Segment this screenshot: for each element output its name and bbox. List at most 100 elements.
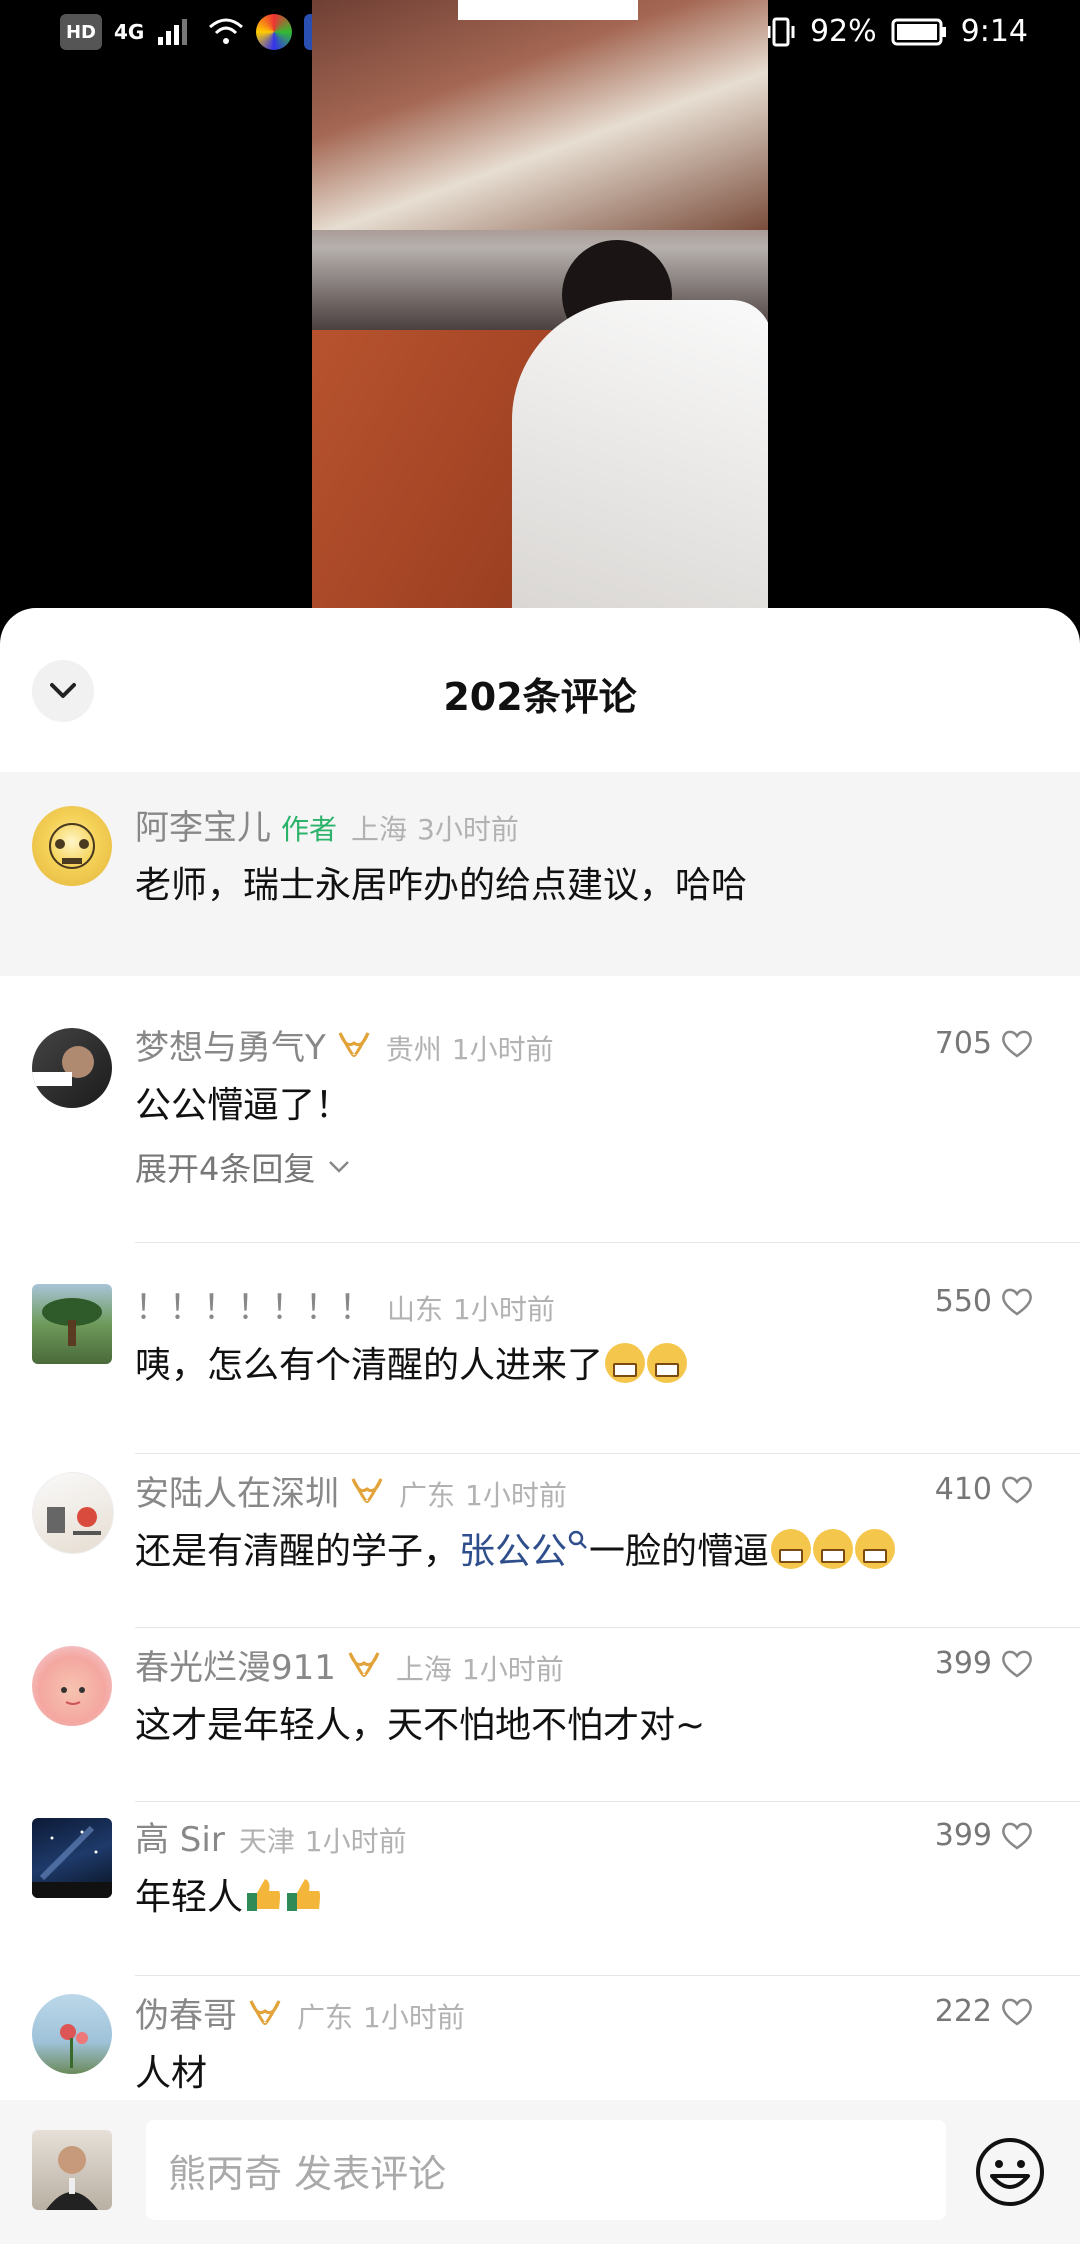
smiley-icon[interactable]	[974, 2136, 1046, 2208]
comment-item[interactable]: 高 Sir 天津 1小时前 399 年轻人	[0, 1802, 1080, 1976]
vip-badge-icon	[249, 2000, 281, 2026]
signal-icon	[158, 19, 188, 45]
comment-text-suffix: 一脸的懵逼	[589, 1531, 770, 1572]
vip-badge-icon	[348, 1652, 380, 1678]
avatar[interactable]	[32, 1028, 112, 1108]
comment-location: 广东	[297, 2001, 354, 2034]
heart-outline-icon	[1002, 1030, 1032, 1058]
like-count: 222	[934, 1994, 992, 2029]
comment-time: 1小时前	[461, 1653, 564, 1686]
heart-outline-icon	[1002, 1822, 1032, 1850]
comment-item[interactable]: 春光烂漫911 上海 1小时前 399 这才是年轻人，天不怕地不怕才对~	[0, 1628, 1080, 1802]
video-frame-person	[512, 300, 768, 620]
avatar-night-sky-icon	[32, 1825, 112, 1898]
like-button[interactable]: 399	[935, 1818, 1034, 1853]
comment-author-name[interactable]: 高 Sir	[135, 1812, 225, 1861]
comment-author-name[interactable]: 春光烂漫911	[135, 1640, 336, 1689]
avatar[interactable]	[32, 1818, 112, 1898]
heart-outline-icon	[1002, 1288, 1032, 1316]
like-button[interactable]: 550	[935, 1284, 1034, 1319]
grin-emoji-icon	[605, 1343, 646, 1383]
comment-item[interactable]: 安陆人在深圳 广东 1小时前 410 还是有清醒的学子，张公公 一脸的懵逼	[0, 1454, 1080, 1628]
comment-input-bar: 熊丙奇 发表评论	[0, 2100, 1080, 2244]
heart-outline-icon	[1002, 1650, 1032, 1678]
avatar[interactable]	[32, 1646, 112, 1726]
comment-time: 1小时前	[465, 1479, 567, 1512]
comment-author-name[interactable]: 安陆人在深圳	[135, 1466, 339, 1515]
grin-emoji-icon	[771, 1529, 812, 1569]
comment-text: 年轻人	[135, 1877, 244, 1918]
expand-replies-label: 展开4条回复	[135, 1150, 316, 1188]
divider	[135, 1242, 1080, 1243]
like-button[interactable]: 222	[935, 1994, 1034, 2029]
vibrate-icon	[767, 17, 795, 46]
comment-time: 1小时前	[363, 2001, 465, 2034]
thumbs-up-icon	[247, 1879, 281, 1911]
comment-author-name[interactable]: 梦想与勇气Y	[135, 1020, 326, 1069]
hd-indicator: HD	[60, 14, 102, 50]
comment-text-row[interactable]: 还是有清醒的学子，张公公 一脸的懵逼	[135, 1522, 896, 1574]
like-count: 410	[934, 1472, 992, 1507]
comment-location: 广东	[399, 1479, 456, 1512]
avatar-tree-icon	[42, 1298, 102, 1346]
comment-location: 贵州	[385, 1033, 442, 1066]
like-count: 550	[934, 1284, 992, 1319]
heart-outline-icon	[1002, 1998, 1032, 2026]
avatar[interactable]	[32, 806, 112, 886]
comment-text[interactable]: 老师，瑞士永居咋办的给点建议，哈哈	[135, 856, 747, 908]
comment-location: 上海	[395, 1653, 452, 1686]
video-caption-strip	[458, 0, 638, 20]
pinned-comment[interactable]: 阿李宝儿 作者 上海 3小时前 老师，瑞士永居咋办的给点建议，哈哈	[0, 772, 1080, 976]
comment-input-placeholder: 熊丙奇 发表评论	[168, 2151, 447, 2196]
comment-author-name[interactable]: 伪春哥	[135, 1988, 237, 2037]
like-count: 705	[934, 1026, 992, 1061]
comment-count-title: 202条评论	[443, 675, 637, 719]
video-player[interactable]	[312, 0, 768, 620]
avatar[interactable]	[32, 1994, 112, 2074]
like-button[interactable]: 705	[935, 1026, 1034, 1061]
vip-badge-icon	[338, 1032, 370, 1058]
thumbs-up-icon	[287, 1879, 321, 1911]
expand-replies-button[interactable]: 展开4条回复	[135, 1144, 351, 1190]
comment-text-row[interactable]: 咦，怎么有个清醒的人进来了	[135, 1336, 688, 1388]
chevron-down-icon	[329, 1161, 350, 1173]
current-user-avatar[interactable]	[32, 2130, 112, 2210]
comment-text[interactable]: 公公懵逼了！	[135, 1076, 351, 1128]
comment-text[interactable]: 人材	[135, 2044, 207, 2096]
comment-input[interactable]: 熊丙奇 发表评论	[146, 2120, 946, 2220]
topic-link-label: 张公公	[459, 1531, 568, 1572]
app-icon-1	[256, 14, 293, 50]
battery-percent: 92%	[809, 14, 877, 49]
comment-location: 天津	[238, 1825, 295, 1858]
heart-outline-icon	[1002, 1476, 1032, 1504]
network-indicator: 4G	[114, 20, 145, 44]
comment-time: 3小时前	[417, 813, 519, 846]
comment-location: 山东	[387, 1293, 444, 1326]
like-button[interactable]: 399	[935, 1646, 1034, 1681]
comment-item[interactable]: 梦想与勇气Y 贵州 1小时前 705 公公懵逼了！ 展开4条回复	[0, 1008, 1080, 1278]
grin-emoji-icon	[813, 1529, 854, 1569]
avatar-baby-icon	[61, 1687, 85, 1705]
grin-emoji-icon	[855, 1529, 896, 1569]
comment-time: 1小时前	[451, 1033, 554, 1066]
topic-link[interactable]: 张公公	[459, 1530, 589, 1572]
comment-item[interactable]: ！！！！！！！ 山东 1小时前 550 咦，怎么有个清醒的人进来了	[0, 1278, 1080, 1454]
comment-author-name[interactable]: 阿李宝儿	[135, 800, 271, 849]
search-icon	[568, 1530, 587, 1549]
comment-text[interactable]: 这才是年轻人，天不怕地不怕才对~	[135, 1696, 705, 1748]
comment-text-row[interactable]: 年轻人	[135, 1868, 323, 1920]
sheet-header: 202条评论	[0, 608, 1080, 772]
comment-location: 上海	[351, 813, 408, 846]
avatar[interactable]	[32, 1472, 114, 1554]
comment-item[interactable]: 伪春哥 广东 1小时前 222 人材	[0, 1976, 1080, 2096]
like-count: 399	[934, 1818, 992, 1853]
video-frame-ceiling	[312, 0, 768, 230]
avatar-photo-icon	[32, 1046, 94, 1086]
comment-time: 1小时前	[304, 1825, 407, 1858]
vip-badge-icon	[351, 1478, 383, 1504]
avatar[interactable]	[32, 1284, 112, 1364]
comment-author-name[interactable]: ！！！！！！！	[135, 1280, 373, 1329]
wifi-icon	[209, 18, 244, 44]
comment-text: 咦，怎么有个清醒的人进来了	[135, 1345, 604, 1386]
like-button[interactable]: 410	[935, 1472, 1034, 1507]
